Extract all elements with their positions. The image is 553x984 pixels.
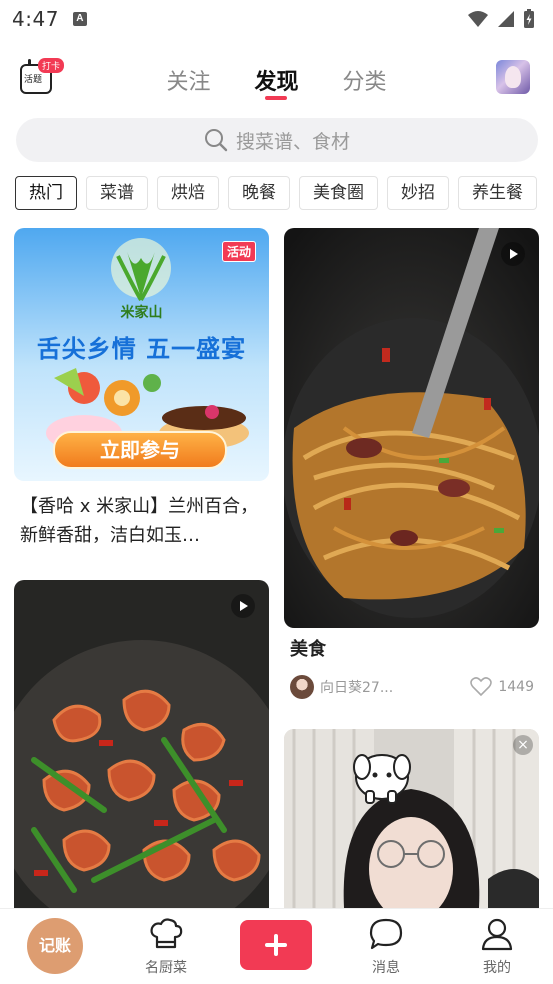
nav-mine-label: 我的 <box>483 960 511 976</box>
top-tabs: 关注 发现 分类 <box>0 48 553 112</box>
nav-messages-label: 消息 <box>372 960 400 976</box>
search-icon <box>204 129 228 152</box>
status-bar: 4:47 A <box>0 0 553 38</box>
like-button[interactable]: 1449 <box>470 677 534 697</box>
chip-food-circle[interactable]: 美食圈 <box>299 176 378 210</box>
promo-activity-badge: 活动 <box>221 241 256 262</box>
signal-icon <box>498 11 514 27</box>
tab-category-label: 分类 <box>342 70 387 95</box>
chip-baking[interactable]: 烘焙 <box>157 176 219 210</box>
promo-slogan: 舌尖乡情 五一盛宴 <box>36 335 247 363</box>
user-icon <box>481 918 513 951</box>
chip-hot[interactable]: 热门 <box>15 176 77 210</box>
publish-plus-button[interactable] <box>240 920 312 970</box>
shrimp-video-thumbnail <box>14 580 269 908</box>
chip-healthy[interactable]: 养生餐 <box>458 176 537 210</box>
feed-card-shrimp[interactable] <box>14 580 269 908</box>
author-avatar[interactable] <box>290 675 314 699</box>
wifi-icon <box>468 11 488 27</box>
promo-card-title[interactable]: 【香哈 x 米家山】兰州百合，新鲜香甜，洁白如玉… <box>20 492 266 550</box>
category-chips: 热门 菜谱 烘焙 晚餐 美食圈 妙招 养生餐 <box>15 176 553 212</box>
chat-bubble-icon <box>369 918 403 950</box>
battery-icon <box>524 9 534 28</box>
noodles-card-meta: 向日葵27... 1449 <box>290 674 534 700</box>
nav-mine[interactable]: 我的 <box>457 917 537 977</box>
notification-a-icon: A <box>72 12 87 26</box>
noodles-card-title[interactable]: 美食 <box>290 635 530 664</box>
feed-card-person[interactable]: × <box>284 729 539 908</box>
tab-active-indicator <box>265 96 288 100</box>
chip-dinner[interactable]: 晚餐 <box>228 176 290 210</box>
tab-discover-label: 发现 <box>254 70 299 95</box>
tab-follow[interactable]: 关注 <box>166 48 210 112</box>
nav-chef[interactable]: 名厨菜 <box>126 917 206 977</box>
search-placeholder: 搜菜谱、食材 <box>235 130 350 153</box>
author-name[interactable]: 向日葵27... <box>320 677 393 697</box>
chef-hat-icon <box>150 918 183 949</box>
tab-category[interactable]: 分类 <box>343 48 387 112</box>
status-icons <box>467 9 535 29</box>
video-play-icon <box>501 242 525 266</box>
nav-chef-label: 名厨菜 <box>145 960 187 976</box>
feed-card-noodles[interactable] <box>284 228 539 628</box>
top-header: 活题 打卡 关注 发现 分类 <box>0 48 553 112</box>
chip-tips[interactable]: 妙招 <box>387 176 449 210</box>
feed-card-promo[interactable]: 活动 米家山 舌尖乡情 五一盛宴 立即参与 <box>14 228 269 481</box>
bottom-nav: 记账 名厨菜 消息 我的 <box>0 908 553 984</box>
video-play-icon <box>231 594 255 618</box>
nav-messages[interactable]: 消息 <box>346 917 426 977</box>
promo-brand: 米家山 <box>120 306 163 321</box>
person-video-thumbnail <box>284 729 539 908</box>
chip-recipes[interactable]: 菜谱 <box>86 176 148 210</box>
tab-follow-label: 关注 <box>166 70 211 95</box>
status-time: 4:47 <box>12 7 59 31</box>
noodles-video-thumbnail <box>284 228 539 628</box>
bookkeeping-button[interactable]: 记账 <box>27 918 83 974</box>
user-avatar[interactable] <box>496 60 530 94</box>
close-icon[interactable]: × <box>513 735 533 755</box>
tab-discover[interactable]: 发现 <box>254 48 299 112</box>
heart-icon <box>470 677 493 697</box>
like-count: 1449 <box>498 679 534 695</box>
search-bar[interactable]: 搜菜谱、食材 <box>16 118 538 162</box>
promo-cta-button[interactable]: 立即参与 <box>54 432 226 468</box>
